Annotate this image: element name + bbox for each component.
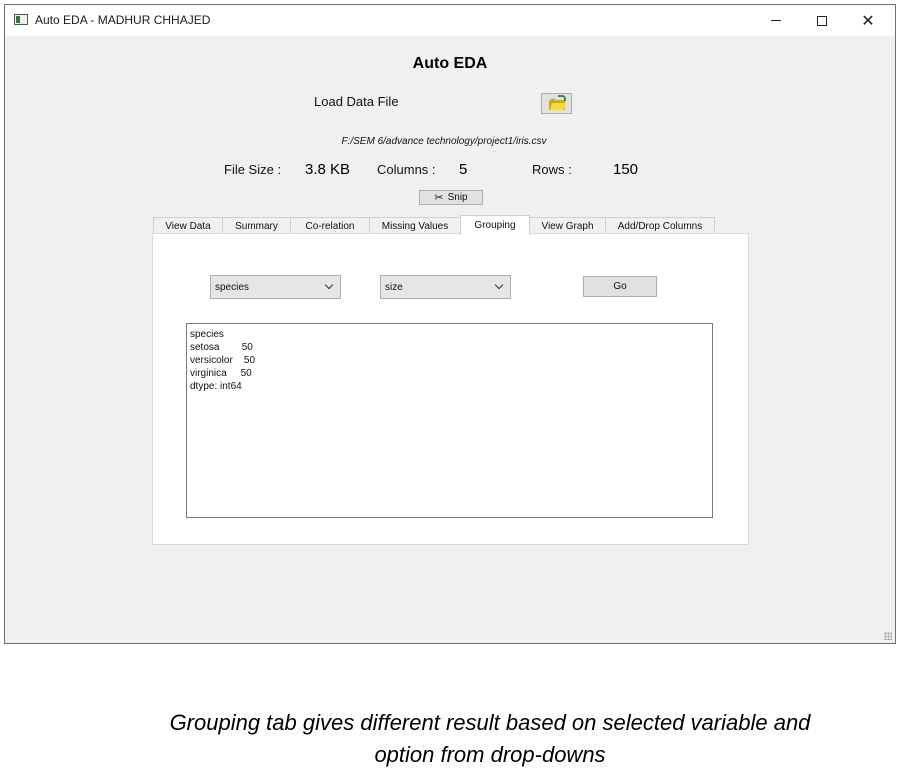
close-icon: ✕	[861, 11, 875, 30]
tab-missing-values[interactable]: Missing Values	[369, 217, 461, 234]
variable-select[interactable]: species	[210, 275, 341, 299]
title-bar: Auto EDA - MADHUR CHHAJED ✕	[5, 5, 895, 36]
open-folder-icon	[549, 95, 566, 110]
tab-add-drop-columns[interactable]: Add/Drop Columns	[605, 217, 715, 234]
caption: Grouping tab gives different result base…	[0, 707, 902, 771]
maximize-icon	[817, 15, 827, 26]
snip-label: Snip	[447, 192, 468, 203]
minimize-button[interactable]	[753, 5, 799, 36]
app-window: Auto EDA - MADHUR CHHAJED ✕ Auto EDA Loa…	[4, 4, 896, 644]
tab-co-relation[interactable]: Co-relation	[290, 217, 370, 234]
load-data-label: Load Data File	[314, 94, 399, 109]
scissors-icon: ✂	[434, 191, 444, 204]
app-icon	[14, 14, 28, 25]
output-line: species	[190, 329, 224, 340]
load-file-button[interactable]	[541, 93, 572, 114]
minimize-icon	[771, 20, 781, 21]
close-button[interactable]: ✕	[845, 5, 891, 36]
file-size-label: File Size :	[224, 162, 282, 177]
rows-value: 150	[613, 161, 639, 178]
tab-summary[interactable]: Summary	[222, 217, 291, 234]
columns-value: 5	[459, 161, 468, 178]
grouping-panel: species size Go species setosa 50 versic…	[152, 233, 749, 545]
chevron-down-icon	[494, 280, 504, 290]
columns-label: Columns :	[377, 162, 436, 177]
resize-grip-icon[interactable]	[884, 632, 892, 640]
file-path: F:/SEM 6/advance technology/project1/iri…	[341, 136, 547, 147]
maximize-button[interactable]	[799, 5, 845, 36]
caption-line-2: option from drop-downs	[374, 742, 606, 767]
variable-select-value: species	[215, 282, 249, 293]
tab-view-graph[interactable]: View Graph	[529, 217, 606, 234]
tab-view-data[interactable]: View Data	[153, 217, 223, 234]
option-select[interactable]: size	[380, 275, 511, 299]
output-line: dtype: int64	[190, 381, 242, 392]
caption-line-1: Grouping tab gives different result base…	[169, 710, 811, 735]
option-select-value: size	[385, 282, 403, 293]
output-line: virginica 50	[190, 368, 252, 379]
rows-label: Rows :	[532, 162, 572, 177]
file-size-value: 3.8 KB	[305, 161, 351, 178]
window-title: Auto EDA - MADHUR CHHAJED	[35, 13, 211, 27]
app-heading: Auto EDA	[412, 55, 488, 72]
snip-button[interactable]: ✂ Snip	[419, 190, 483, 205]
chevron-down-icon	[324, 280, 334, 290]
output-line: setosa 50	[190, 342, 253, 353]
go-button[interactable]: Go	[583, 276, 657, 297]
output-line: versicolor 50	[190, 355, 256, 366]
tab-grouping[interactable]: Grouping	[460, 215, 530, 235]
grouping-output[interactable]: species setosa 50 versicolor 50 virginic…	[186, 323, 713, 518]
